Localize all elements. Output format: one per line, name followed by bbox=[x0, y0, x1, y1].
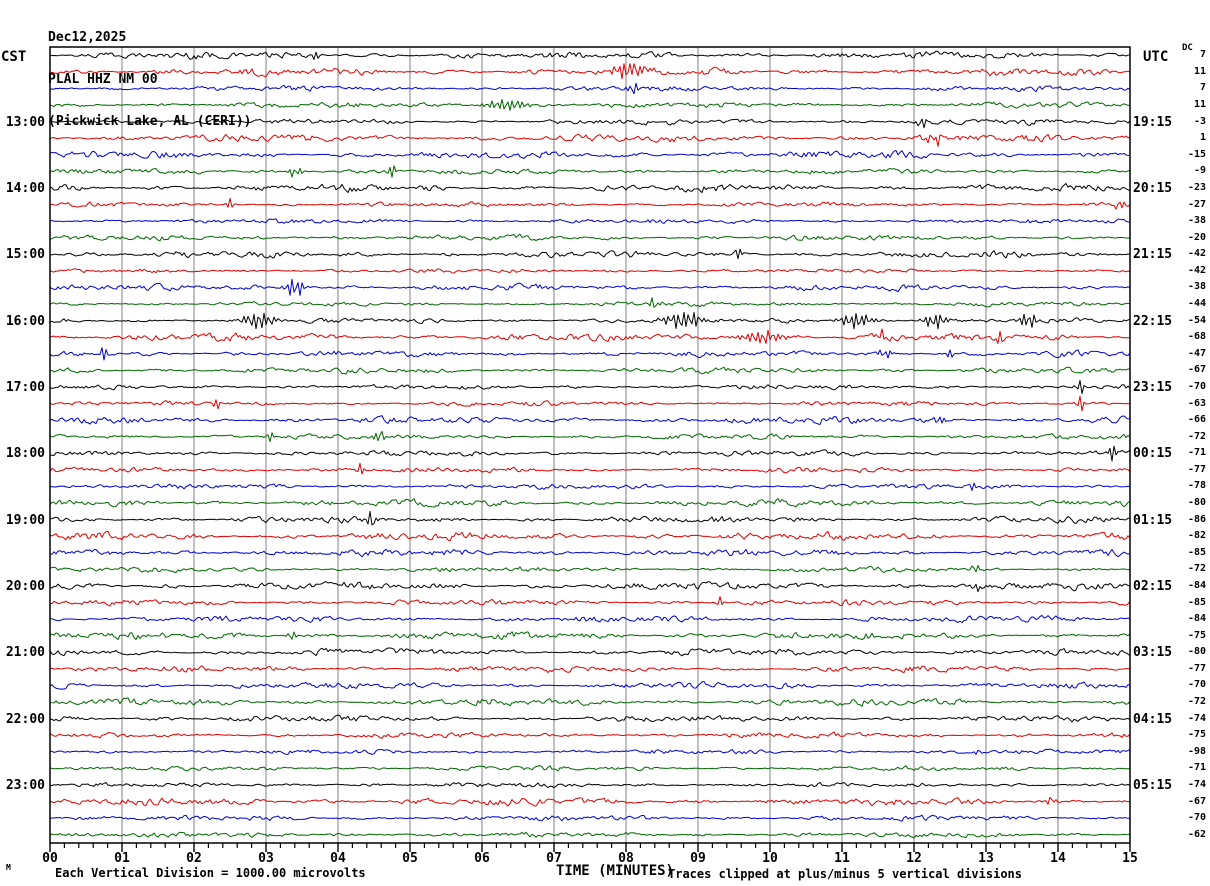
trace-row-10 bbox=[49, 218, 1131, 224]
x-tick-label: 04 bbox=[330, 851, 346, 866]
trace-row-7 bbox=[49, 165, 1131, 178]
x-tick-label: 06 bbox=[474, 851, 490, 866]
x-tick-label: 14 bbox=[1050, 851, 1066, 866]
trace-row-45 bbox=[49, 796, 1131, 807]
trace-row-15 bbox=[49, 297, 1131, 308]
trace-row-43 bbox=[49, 765, 1131, 772]
trace-row-40 bbox=[49, 714, 1131, 723]
x-tick-label: 12 bbox=[906, 851, 922, 866]
trace-row-31 bbox=[49, 565, 1131, 574]
clip-note: Traces clipped at plus/minus 5 vertical … bbox=[668, 867, 1023, 881]
plot-border bbox=[49, 46, 1131, 844]
trace-row-8 bbox=[49, 183, 1131, 194]
trace-row-5 bbox=[49, 133, 1131, 147]
trace-row-1 bbox=[49, 63, 1131, 80]
trace-row-2 bbox=[49, 82, 1131, 95]
trace-row-20 bbox=[49, 380, 1131, 394]
trace-row-22 bbox=[49, 415, 1130, 425]
x-tick-label: 03 bbox=[258, 851, 274, 866]
trace-row-38 bbox=[49, 681, 1131, 690]
trace-row-18 bbox=[49, 347, 1131, 361]
trace-row-26 bbox=[49, 482, 1131, 491]
trace-row-37 bbox=[49, 665, 1131, 674]
trace-row-17 bbox=[49, 328, 1131, 344]
vertical-division-note: Each Vertical Division = 1000.00 microvo… bbox=[55, 866, 366, 880]
x-tick-label: 13 bbox=[978, 851, 994, 866]
trace-row-12 bbox=[49, 248, 1131, 260]
x-tick-label: 00 bbox=[42, 851, 58, 866]
x-tick-label: 15 bbox=[1122, 851, 1138, 866]
trace-row-23 bbox=[49, 430, 1131, 443]
trace-row-4 bbox=[49, 118, 1131, 129]
trace-row-29 bbox=[49, 530, 1131, 542]
trace-row-28 bbox=[50, 510, 1131, 526]
trace-row-33 bbox=[50, 596, 1131, 607]
trace-row-14 bbox=[49, 278, 1131, 296]
trace-row-27 bbox=[49, 498, 1131, 508]
trace-row-35 bbox=[49, 631, 1131, 640]
x-tick-label: 01 bbox=[114, 851, 130, 866]
x-tick-label: 05 bbox=[402, 851, 418, 866]
trace-row-47 bbox=[49, 831, 1131, 839]
trace-row-13 bbox=[49, 268, 1131, 274]
trace-row-32 bbox=[49, 581, 1131, 593]
trace-row-44 bbox=[49, 782, 1131, 789]
trace-row-42 bbox=[49, 748, 1131, 755]
x-tick-label: 11 bbox=[834, 851, 850, 866]
trace-row-19 bbox=[49, 366, 1131, 375]
trace-row-3 bbox=[49, 99, 1131, 111]
trace-row-16 bbox=[49, 311, 1131, 330]
helicorder-page: Dec12,2025 PLAL HHZ NM 00 (Pickwick Lake… bbox=[0, 0, 1210, 886]
trace-row-39 bbox=[49, 697, 1131, 707]
watermark: M bbox=[6, 863, 11, 872]
x-tick-label: 10 bbox=[762, 851, 778, 866]
trace-row-46 bbox=[49, 814, 1131, 822]
trace-row-6 bbox=[49, 150, 1131, 159]
trace-row-30 bbox=[49, 548, 1131, 558]
trace-row-0 bbox=[49, 50, 1131, 60]
trace-row-21 bbox=[49, 395, 1131, 412]
helicorder-plot bbox=[49, 46, 1131, 852]
trace-row-36 bbox=[49, 647, 1131, 657]
trace-row-34 bbox=[50, 614, 1131, 624]
trace-row-9 bbox=[49, 197, 1131, 210]
trace-row-11 bbox=[49, 233, 1131, 242]
trace-row-41 bbox=[49, 731, 1131, 739]
x-tick-label: 02 bbox=[186, 851, 202, 866]
trace-row-24 bbox=[49, 445, 1131, 462]
trace-row-25 bbox=[49, 462, 1131, 475]
